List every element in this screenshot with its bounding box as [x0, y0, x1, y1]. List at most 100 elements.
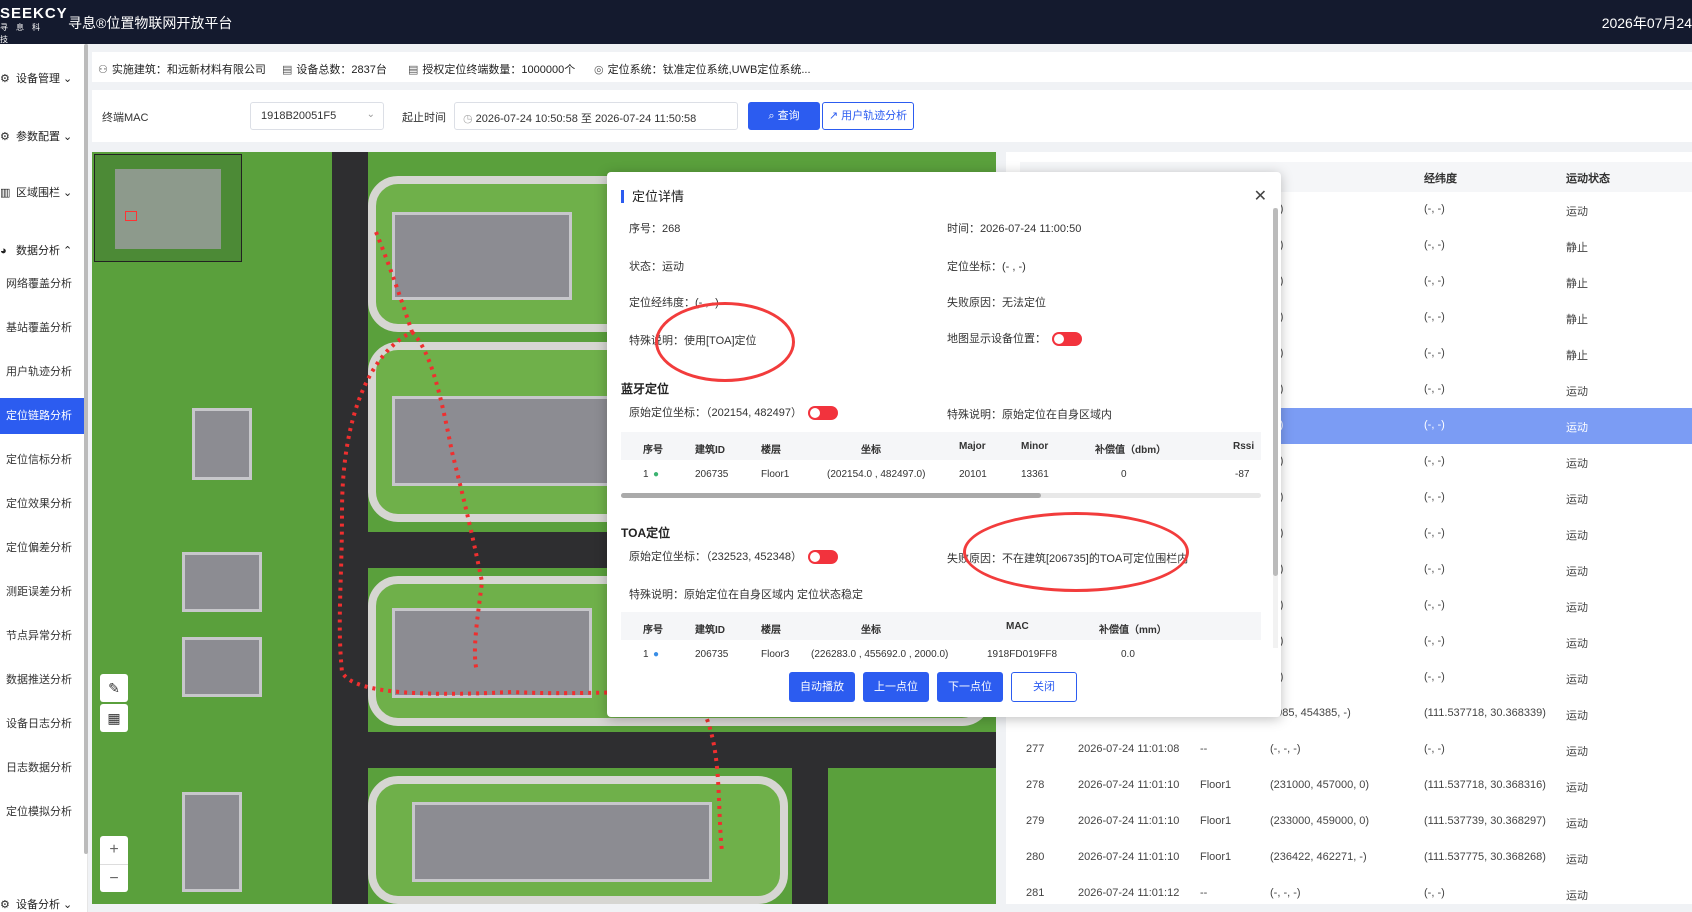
sidebar-item-network[interactable]: 网络覆盖分析	[0, 266, 84, 302]
table-row[interactable]: 280 2026-07-24 11:01:10 Floor1 (236422, 462…	[1020, 840, 1692, 876]
zoom-in-button[interactable]: +	[100, 836, 128, 864]
cell-time: 2026-07-24 11:01:10	[1078, 851, 1180, 863]
detail-state: 状态：运动	[629, 261, 684, 273]
ruler-tool-button[interactable]: ✎	[100, 674, 128, 702]
cell-time: 2026-07-24 11:01:10	[1078, 815, 1180, 827]
table-row[interactable]: 281 2026-07-24 11:01:12 -- (-, -, -) (-, -) 运…	[1020, 876, 1692, 904]
cell-lnglat: (-, -)	[1424, 455, 1445, 467]
sidebar-item-effect[interactable]: 定位效果分析	[0, 486, 84, 522]
sidebar-item-link[interactable]: 定位链路分析	[0, 398, 84, 434]
filter-bar: 终端MAC 1918B20051F5 ⌄ 起止时间 ◷ 2026-07-24 10…	[92, 90, 1692, 142]
sidebar-group-fence[interactable]: ▥ 区域围栏 ⌄	[0, 184, 80, 200]
zoom-out-button[interactable]: −	[100, 864, 128, 892]
cell-coord: (233000, 459000, 0)	[1270, 815, 1370, 827]
cell-lnglat: (-, -)	[1424, 887, 1445, 899]
table-row[interactable]: 278 2026-07-24 11:01:10 Floor1 (231000, 457…	[1020, 768, 1692, 804]
horizontal-scrollbar[interactable]	[621, 493, 1261, 498]
bt-toggle[interactable]	[808, 406, 839, 421]
column-header: 楼层	[761, 625, 781, 636]
info-system: ◎ 定位系统：钛准定位系统,UWB定位系统...	[594, 61, 811, 77]
toa-toggle[interactable]	[808, 550, 839, 565]
cell-state: 静止	[1566, 350, 1588, 362]
sidebar-item-deviation[interactable]: 定位偏差分析	[0, 530, 84, 566]
cell-lnglat: (-, -)	[1424, 203, 1445, 215]
cell-lnglat: (-, -)	[1424, 599, 1445, 611]
column-header: 序号	[643, 445, 663, 456]
query-button[interactable]: ⌕ 查询	[748, 102, 820, 130]
sidebar-item-simulate[interactable]: 定位模拟分析	[0, 794, 84, 830]
vertical-scrollbar[interactable]	[1273, 208, 1278, 648]
cell-lnglat: (-, -)	[1424, 347, 1445, 359]
grid-tool-button[interactable]: ▦	[100, 704, 128, 732]
toa-section-title: TOA定位	[621, 526, 671, 540]
mac-select[interactable]: 1918B20051F5 ⌄	[250, 102, 384, 130]
sidebar-group-label: 区域围栏 ⌄	[16, 187, 73, 199]
table-row[interactable]: 277 2026-07-24 11:01:08 -- (-, -, -) (-, -) 运…	[1020, 732, 1692, 768]
sidebar-group-devanalysis[interactable]: ⚙ 设备分析 ⌄	[0, 896, 80, 912]
cell: 1	[643, 469, 649, 480]
scrollbar-thumb[interactable]	[1273, 208, 1278, 576]
sidebar-item-track[interactable]: 用户轨迹分析	[0, 354, 84, 390]
doc-icon: ▤	[408, 64, 419, 76]
map-show-toggle[interactable]	[1052, 332, 1082, 347]
column-header: 补偿值（mm）	[1099, 625, 1167, 636]
cell-lnglat: (111.537718, 30.368316)	[1424, 779, 1546, 791]
sidebar-group-params[interactable]: ⚙ 参数配置 ⌄	[0, 128, 80, 144]
auto-play-button[interactable]: 自动播放	[789, 672, 855, 702]
params-icon: ⚙	[0, 131, 10, 143]
cell-floor: Floor1	[1200, 815, 1232, 827]
cell: 13361	[1021, 469, 1049, 480]
date-range-picker[interactable]: ◷ 2026-07-24 10:50:58 至 2026-07-24 11:50…	[454, 102, 738, 130]
previous-point-button[interactable]: 上一点位	[863, 672, 929, 702]
sidebar-item-logdata[interactable]: 日志数据分析	[0, 750, 84, 786]
column-header-lnglat: 经纬度	[1424, 173, 1457, 185]
sidebar-scrollbar[interactable]	[84, 44, 88, 854]
next-point-button[interactable]: 下一点位	[937, 672, 1003, 702]
minimap[interactable]	[94, 154, 242, 262]
cell-floor: --	[1200, 887, 1208, 899]
cell: 20101	[959, 469, 987, 480]
sidebar-group-device[interactable]: ⚙ 设备管理 ⌄	[0, 70, 80, 86]
column-header: 坐标	[861, 445, 881, 456]
cell-time: 2026-07-24 11:01:08	[1078, 743, 1180, 755]
sidebar-item-node[interactable]: 节点异常分析	[0, 618, 84, 654]
close-button[interactable]: 关闭	[1011, 672, 1077, 702]
cell: 0.0	[1121, 649, 1135, 660]
info-building: ⚇ 实施建筑：和远新材料有限公司	[98, 61, 266, 77]
sidebar-item-beacon[interactable]: 定位信标分析	[0, 442, 84, 478]
sidebar-item-station[interactable]: 基站覆盖分析	[0, 310, 84, 346]
column-header: 坐标	[861, 625, 881, 636]
table-row[interactable]: 1 ● 206735 Floor1 (202154.0 , 482497.0) 2…	[621, 460, 1261, 490]
detail-coord: 定位坐标：(- , -)	[947, 261, 1026, 273]
cell-coord: (-, -, -)	[1270, 887, 1301, 899]
track-analysis-button[interactable]: ↗ 用户轨迹分析	[822, 102, 914, 130]
time-label: 起止时间	[402, 112, 446, 124]
cell-state: 运动	[1566, 818, 1588, 830]
cell: 1918FD019FF8	[987, 649, 1058, 660]
table-row[interactable]: 1 ● 206735 Floor3 (226283.0 , 455692.0 , …	[621, 640, 1261, 670]
table-row[interactable]: 279 2026-07-24 11:01:10 Floor1 (233000, 459…	[1020, 804, 1692, 840]
cell: (202154.0 , 482497.0)	[827, 469, 926, 480]
sidebar-item-push[interactable]: 数据推送分析	[0, 662, 84, 698]
cell-state: 运动	[1566, 890, 1588, 902]
info-bar: ⚇ 实施建筑：和远新材料有限公司 ▤ 设备总数：2837台 ▤ 授权定位终端数量：10…	[92, 52, 1692, 82]
cell-lnglat: (111.537739, 30.368297)	[1424, 815, 1546, 827]
sidebar-item-devlog[interactable]: 设备日志分析	[0, 706, 84, 742]
close-icon[interactable]: ✕	[1254, 186, 1267, 206]
detail-time: 时间：2026-07-24 11:00:50	[947, 223, 1082, 235]
sidebar-item-ranging[interactable]: 测距误差分析	[0, 574, 84, 610]
dialog-title: 定位详情	[621, 190, 684, 203]
sidebar-group-label: 数据分析 ⌃	[16, 245, 73, 257]
cell-state: 运动	[1566, 782, 1588, 794]
scrollbar-thumb[interactable]	[621, 493, 1041, 498]
info-license: ▤ 授权定位终端数量：1000000个	[408, 61, 575, 77]
sidebar-group-label: 设备管理 ⌄	[16, 73, 73, 85]
sidebar-group-analysis[interactable]: ◕ 数据分析 ⌃	[0, 242, 80, 258]
mac-value: 1918B20051F5	[261, 110, 337, 122]
cell-time: 2026-07-24 11:01:12	[1078, 887, 1180, 899]
cell-lnglat: (-, -)	[1424, 671, 1445, 683]
toa-raw-coord: 原始定位坐标：（232523, 452348）	[629, 548, 839, 565]
cell-lnglat: (-, -)	[1424, 383, 1445, 395]
mac-label: 终端MAC	[102, 112, 149, 124]
status-dot-icon: ●	[653, 469, 660, 480]
